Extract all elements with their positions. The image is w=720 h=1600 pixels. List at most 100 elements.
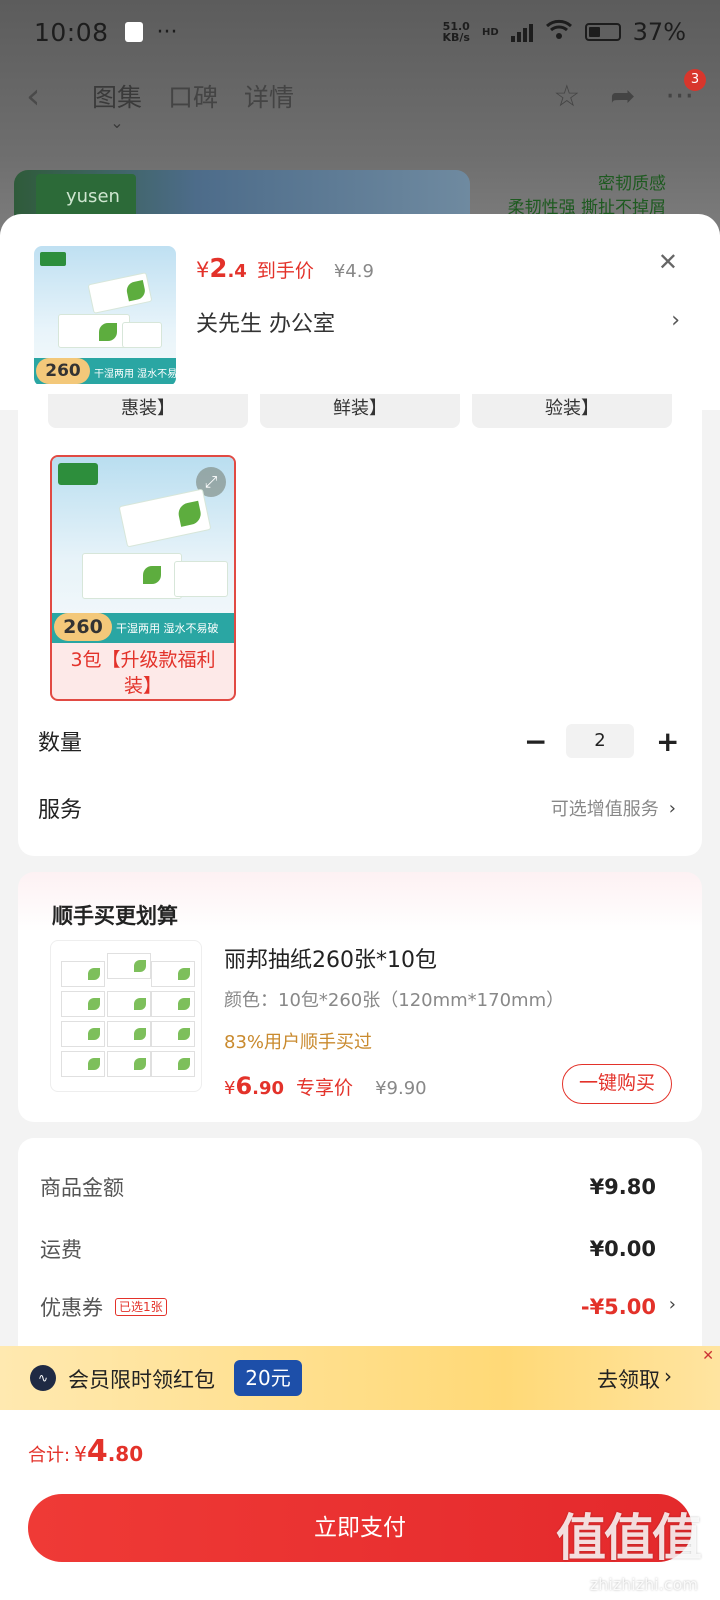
quantity-input[interactable]: 2 xyxy=(566,724,634,758)
chevron-right-icon[interactable]: › xyxy=(671,308,680,333)
star-icon[interactable]: ☆ xyxy=(553,79,580,114)
price-line: ¥ 2 .4 到手价 ¥4.9 xyxy=(196,254,374,284)
one-click-buy-button[interactable]: 一键购买 xyxy=(562,1064,672,1104)
order-total: 合计: ¥ 4 .80 xyxy=(28,1434,143,1469)
tissue-pack xyxy=(61,1021,105,1047)
summary-label: 运费 xyxy=(40,1238,82,1262)
add-on-title: 顺手买更划算 xyxy=(52,904,178,928)
summary-row-coupon[interactable]: 优惠券 已选1张 -¥5.00 xyxy=(40,1292,656,1322)
summary-label: 商品金额 xyxy=(40,1176,124,1200)
sheet-count: 260 xyxy=(36,358,90,384)
close-icon[interactable]: ✕ xyxy=(658,248,678,276)
member-icon: ∿ xyxy=(30,1365,56,1391)
net-speed-unit: KB/s xyxy=(442,31,470,44)
product-thumbnail[interactable]: 260 干湿两用 湿水不易破 xyxy=(34,246,176,386)
tissue-pack xyxy=(61,991,105,1017)
tagline-1: 密韧质感 xyxy=(598,174,666,194)
price-integer: 6 xyxy=(235,1072,253,1100)
sku-chip[interactable]: 惠装】 xyxy=(48,394,248,428)
order-summary-card: 商品金额 ¥9.80 运费 ¥0.00 优惠券 已选1张 -¥5.00 › xyxy=(18,1138,702,1368)
wifi-icon xyxy=(545,18,573,46)
sku-chip[interactable]: 验装】 xyxy=(472,394,672,428)
original-price: ¥9.90 xyxy=(375,1078,427,1099)
tab-details[interactable]: 详情 xyxy=(244,78,294,114)
summary-value: ¥9.80 xyxy=(589,1175,656,1199)
tissue-pack xyxy=(107,1051,151,1077)
pay-now-button[interactable]: 立即支付 xyxy=(28,1494,692,1562)
tissue-box xyxy=(58,314,130,348)
red-packet-amount: 20元 xyxy=(234,1360,302,1396)
price-integer: 2 xyxy=(209,254,228,284)
brand-logo-small xyxy=(58,463,98,485)
tissue-pack xyxy=(107,953,151,979)
tissue-box xyxy=(82,553,182,599)
cart-badge: 3 xyxy=(684,68,706,91)
price-label: 到手价 xyxy=(256,260,314,282)
brand-logo: yusen xyxy=(36,174,136,218)
sku-option-label: 3包【升级款福利装】 xyxy=(70,649,216,697)
top-nav: ‹ 图集 口碑 详情 ☆ ➦ ··· 3 xyxy=(0,64,720,128)
total-integer: 4 xyxy=(86,1434,108,1469)
net-type: HD xyxy=(481,26,499,38)
summary-value: ¥0.00 xyxy=(589,1237,656,1261)
price-label: 专享价 xyxy=(296,1077,354,1099)
sheet-count: 260 xyxy=(54,613,112,641)
banner-tagline: 密韧质感 柔韧性强 撕扯不掉屑 xyxy=(508,172,666,220)
tissue-pack xyxy=(61,1051,105,1077)
network-speed: 51.0 KB/s xyxy=(443,21,470,43)
price-currency: ¥ xyxy=(196,258,210,282)
battery-icon xyxy=(584,23,621,41)
service-row[interactable]: 服务 可选增值服务 › xyxy=(38,792,676,824)
sku-image-caption: 干湿两用 湿水不易破 xyxy=(116,622,219,635)
tissue-pack xyxy=(151,1051,195,1077)
tissue-pack xyxy=(61,961,105,987)
tissue-pack xyxy=(151,991,195,1017)
add-on-name[interactable]: 丽邦抽纸260张*10包 xyxy=(224,942,437,974)
sku-options-card: 惠装】 鲜装】 验装】 ⤢ 260 干湿两用 湿水不易破 3包【升级款福利装】 … xyxy=(18,384,702,856)
thumb-caption: 干湿两用 湿水不易破 xyxy=(94,369,176,380)
member-text: 会员限时领红包 xyxy=(68,1368,215,1392)
coupon-tag: 已选1张 xyxy=(115,1298,167,1316)
add-on-popularity: 83%用户顺手买过 xyxy=(224,1032,373,1053)
plus-button[interactable]: + xyxy=(656,725,679,758)
total-decimal: .80 xyxy=(107,1442,144,1466)
notification-icon xyxy=(124,22,143,42)
price-currency: ¥ xyxy=(224,1078,236,1099)
close-icon[interactable]: ✕ xyxy=(702,1348,714,1364)
add-on-image[interactable] xyxy=(50,940,202,1092)
service-value: 可选增值服务 xyxy=(550,799,659,820)
tissue-box xyxy=(87,272,153,314)
tissue-box xyxy=(118,488,212,548)
member-red-packet-bar[interactable]: ∿ 会员限时领红包 20元 去领取 › ✕ xyxy=(0,1346,720,1410)
signal-icon xyxy=(510,22,533,42)
quantity-stepper: − 2 + xyxy=(524,724,679,758)
brand-logo-small xyxy=(40,252,66,266)
tissue-pack xyxy=(151,961,195,987)
sheet-count-strip: 260 干湿两用 湿水不易破 xyxy=(34,358,176,386)
summary-label: 优惠券 xyxy=(40,1296,103,1320)
tab-gallery[interactable]: 图集 xyxy=(92,78,142,114)
add-on-spec: 颜色：10包*260张（120mm*170mm） xyxy=(224,990,565,1011)
tissue-pack xyxy=(107,991,151,1017)
sheet-header: 260 干湿两用 湿水不易破 ¥ 2 .4 到手价 ¥4.9 关先生 办公室 ›… xyxy=(0,214,720,410)
chevron-right-icon[interactable]: › xyxy=(669,1294,676,1315)
sheet-count-strip: 260 干湿两用 湿水不易破 xyxy=(52,613,234,643)
chevron-right-icon: › xyxy=(668,797,676,819)
status-time: 10:08 xyxy=(34,17,109,47)
share-icon[interactable]: ➦ xyxy=(610,79,635,114)
tab-reviews[interactable]: 口碑 xyxy=(168,78,218,114)
sku-option-selected[interactable]: ⤢ 260 干湿两用 湿水不易破 3包【升级款福利装】 xyxy=(50,455,236,701)
add-on-card: 顺手买更划算 丽邦抽纸260张*10包 颜色：10包*260张（120mm*17… xyxy=(18,872,702,1122)
battery-percent: 37% xyxy=(632,18,686,46)
sku-chip[interactable]: 鲜装】 xyxy=(260,394,460,428)
claim-link[interactable]: 去领取 xyxy=(597,1364,660,1394)
tissue-pack xyxy=(151,1021,195,1047)
add-on-price: ¥ 6 .90 专享价 ¥9.90 xyxy=(224,1072,427,1100)
minus-button[interactable]: − xyxy=(524,725,547,758)
tissue-box xyxy=(122,322,162,348)
price-decimal: .90 xyxy=(252,1078,285,1099)
price-decimal: .4 xyxy=(227,261,247,282)
delivery-address[interactable]: 关先生 办公室 xyxy=(196,306,335,338)
back-icon[interactable]: ‹ xyxy=(26,76,66,117)
chevron-right-icon[interactable]: › xyxy=(664,1364,672,1388)
